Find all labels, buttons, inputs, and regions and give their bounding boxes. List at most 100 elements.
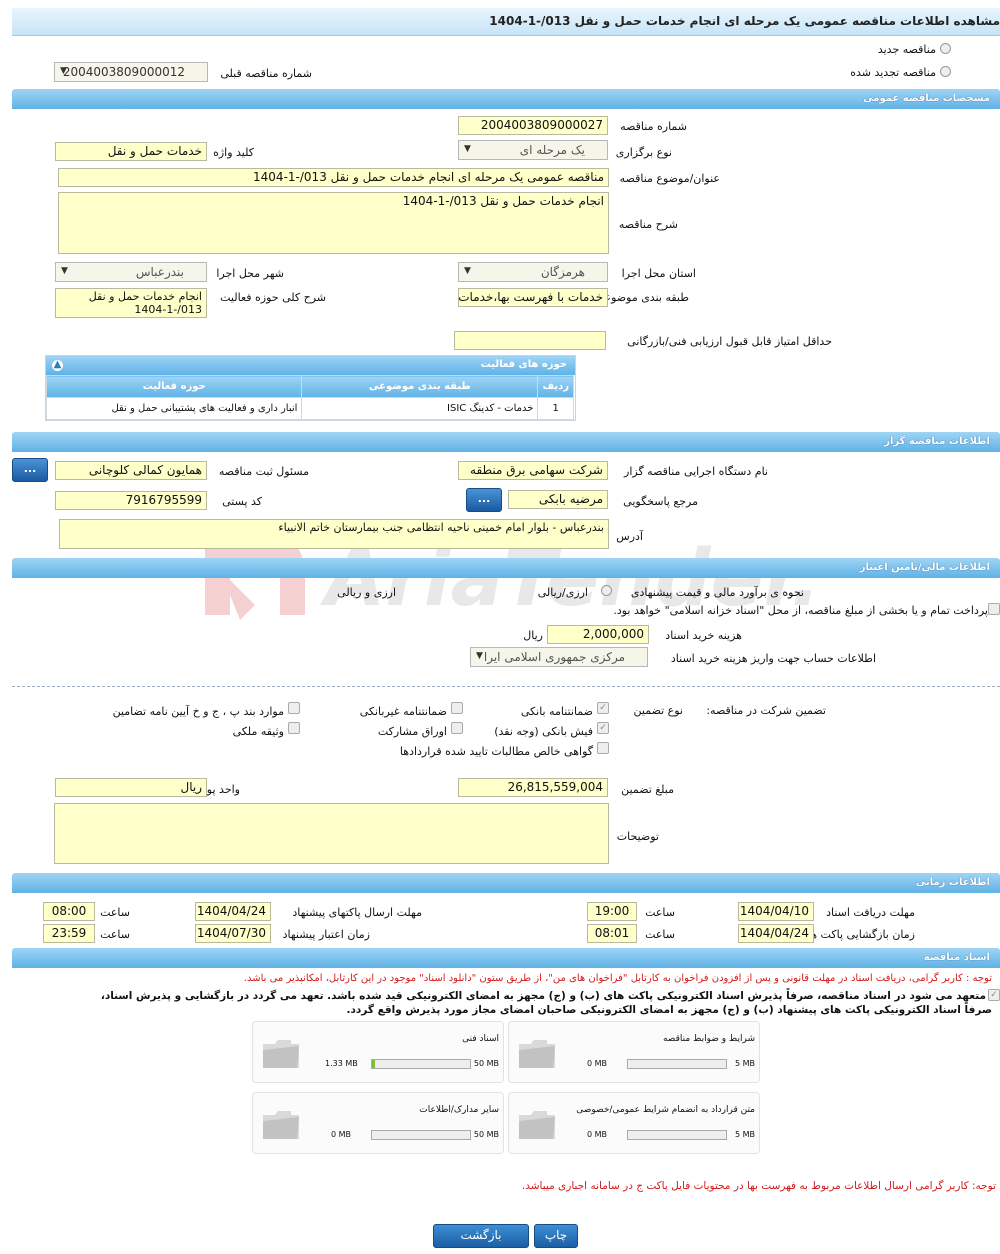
province-label: استان محل اجرا (621, 267, 696, 280)
fee-field[interactable]: 2,000,000 (547, 625, 649, 644)
cash-receipt-checkbox[interactable]: ✓ (597, 722, 609, 734)
tender-number-label: شماره مناقصه (620, 120, 687, 133)
new-tender-radio[interactable] (940, 43, 951, 54)
file-max-size: 50 MB (473, 1059, 499, 1068)
prev-number-select[interactable]: 2004003809000012 ▼ (54, 62, 208, 82)
cell-category: خدمات - کدینگ ISIC (301, 397, 539, 420)
keyword-field[interactable]: خدمات حمل و نقل (55, 142, 207, 161)
open-hour-field[interactable]: 08:01 (587, 924, 637, 943)
claims-certificate-checkbox[interactable] (597, 742, 609, 754)
city-select[interactable]: بندرعباس ▼ (55, 262, 207, 282)
receive-deadline-label: مهلت دریافت اسناد (826, 906, 915, 919)
min-score-field[interactable] (454, 331, 606, 350)
min-score-label: حداقل امتیاز قابل قبول ارزیابی فنی/بازرگ… (627, 335, 832, 348)
file-terms[interactable]: شرایط و ضوابط مناقصه 5 MB 0 MB (508, 1021, 760, 1083)
cash-receipt-label: فیش بانکی (وجه نقد) (494, 725, 593, 738)
file-contract[interactable]: متن قرارداد به انضمام شرایط عمومی/خصوصی … (508, 1092, 760, 1154)
organizer-section-header: اطلاعات مناقصه گزار (12, 432, 1000, 452)
account-select[interactable]: مرکزی جمهوری اسلامی ایرا ▼ (470, 647, 648, 667)
postal-field[interactable]: 7916795599 (55, 491, 207, 510)
print-button[interactable]: چاپ (534, 1224, 578, 1248)
nonbank-guarantee-checkbox[interactable] (451, 702, 463, 714)
bonds-checkbox[interactable] (451, 722, 463, 734)
property-checkbox[interactable] (288, 722, 300, 734)
commit-text-2: صرفاً اسناد الکترونیکی پاکت های پیشنهاد … (346, 1004, 992, 1016)
docs-note: توجه : کاربر گرامی، دریافت اسناد در مهلت… (243, 973, 992, 984)
commit-checkbox[interactable]: ✓ (988, 989, 1000, 1001)
docs-section-header: اسناد مناقصه (12, 948, 1000, 968)
col-row: ردیف (537, 375, 574, 398)
send-deadline-label: مهلت ارسال پاکتهای پیشنهاد (292, 906, 422, 919)
file-current-size: 0 MB (587, 1059, 608, 1068)
commit-text-1: متعهد می شود در اسناد مناقصه، صرفاً پذیر… (100, 990, 986, 1002)
collapse-icon[interactable]: ▲ (52, 360, 63, 371)
regulation-items-checkbox[interactable] (288, 702, 300, 714)
activity-desc-field[interactable]: انجام خدمات حمل و نقل 013/-1-1404 (55, 288, 207, 318)
validity-time-label: ساعت (100, 928, 130, 941)
send-time-field[interactable]: 08:00 (43, 902, 95, 921)
file-name: متن قرارداد به انضمام شرایط عمومی/خصوصی (576, 1105, 755, 1115)
postal-label: کد پستی (222, 495, 262, 508)
col-activity: حوزه فعالیت (45, 375, 303, 398)
category-label: طبقه بندی موضوعی (595, 291, 689, 304)
province-select[interactable]: هرمزگان ▼ (458, 262, 608, 282)
bank-guarantee-checkbox[interactable]: ✓ (597, 702, 609, 714)
file-progress-bar (627, 1130, 727, 1140)
file-technical[interactable]: اسناد فنی 50 MB 1.33 MB (252, 1021, 504, 1083)
nonbank-guarantee-label: ضمانتنامه غیربانکی (359, 705, 447, 718)
prev-number-label: شماره مناقصه قبلی (220, 67, 312, 80)
guarantee-amount-field[interactable]: 26,815,559,004 (458, 778, 608, 797)
estimate-option2-label: ارزی و ریالی (337, 586, 396, 599)
file-name: سایر مدارک/اطلاعات (419, 1105, 499, 1115)
new-tender-label: مناقصه جدید (877, 43, 936, 56)
treasury-label: پرداخت تمام و یا بخشی از مبلغ مناقصه، از… (613, 604, 988, 617)
subject-field[interactable]: مناقصه عمومی یک مرحله ای انجام خدمات حمل… (58, 168, 609, 187)
reference-field[interactable]: مرضیه بابکی (508, 490, 608, 509)
subject-label: عنوان/موضوع مناقصه (619, 172, 720, 185)
treasury-checkbox[interactable] (988, 603, 1000, 615)
validity-date-field[interactable]: 1404/07/30 (195, 924, 271, 943)
time-section-header: اطلاعات زمانی (12, 873, 1000, 893)
file-other[interactable]: سایر مدارک/اطلاعات 50 MB 0 MB (252, 1092, 504, 1154)
bank-guarantee-label: ضمانتنامه بانکی (520, 705, 593, 718)
bonds-label: اوراق مشارکت (377, 725, 447, 738)
description-field[interactable]: انجام خدمات حمل و نقل 013/-1-1404 (58, 192, 609, 254)
folder-icon (519, 1111, 555, 1139)
guarantee-amount-label: مبلغ تضمین (621, 783, 674, 796)
back-button[interactable]: بازگشت (433, 1224, 529, 1248)
send-date-field[interactable]: 1404/04/24 (195, 902, 271, 921)
address-label: آدرس (616, 530, 643, 543)
notes-field[interactable] (54, 803, 609, 864)
responsible-field[interactable]: همایون کمالی کلوچانی (55, 461, 207, 480)
col-category: طبقه بندی موضوعی (301, 375, 539, 398)
type-select[interactable]: یک مرحله ای ▼ (458, 140, 608, 160)
general-section-header: مشخصات مناقصه عمومی (12, 89, 1000, 109)
city-label: شهر محل اجرا (216, 267, 284, 280)
renewed-tender-label: مناقصه تجدید شده (850, 66, 936, 79)
receive-date-field[interactable]: 1404/04/10 (738, 902, 814, 921)
renewed-tender-radio[interactable] (940, 66, 951, 77)
currency-field[interactable]: ریال (55, 778, 207, 797)
table-row: 1 خدمات - کدینگ ISIC انبار داری و فعالیت… (45, 397, 574, 420)
open-time-label: زمان بازگشایی پاکت ها (807, 928, 915, 941)
open-date-field[interactable]: 1404/04/24 (738, 924, 814, 943)
org-field[interactable]: شرکت سهامی برق منطقه (458, 461, 608, 480)
cell-activity: انبار داری و فعالیت های پشتیبانی حمل و ن… (45, 397, 303, 420)
page-title: مشاهده اطلاعات مناقصه عمومی یک مرحله ای … (489, 14, 1000, 28)
file-current-size: 1.33 MB (325, 1059, 358, 1068)
account-label: اطلاعات حساب جهت واریز هزینه خرید اسناد (670, 652, 876, 665)
receive-time-field[interactable]: 19:00 (587, 902, 637, 921)
chevron-down-icon: ▼ (476, 651, 483, 661)
address-field[interactable]: بندرعباس - بلوار امام خمینی ناحیه انتظام… (59, 519, 609, 549)
validity-time-field[interactable]: 23:59 (43, 924, 95, 943)
responsible-more-button[interactable]: ... (12, 458, 48, 482)
tender-number-field[interactable]: 2004003809000027 (458, 116, 608, 135)
folder-icon (263, 1111, 299, 1139)
price-list-note: توجه: کاربر گرامی ارسال اطلاعات مربوط به… (521, 1180, 996, 1192)
receive-time-label: ساعت (645, 906, 675, 919)
divider (12, 686, 1000, 687)
estimate-option1-radio[interactable] (601, 585, 612, 596)
reference-more-button[interactable]: ... (466, 488, 502, 512)
category-field[interactable]: خدمات با فهرست بها،خدمات (458, 288, 608, 307)
guarantee-type-label: نوع تضمین (633, 704, 683, 717)
